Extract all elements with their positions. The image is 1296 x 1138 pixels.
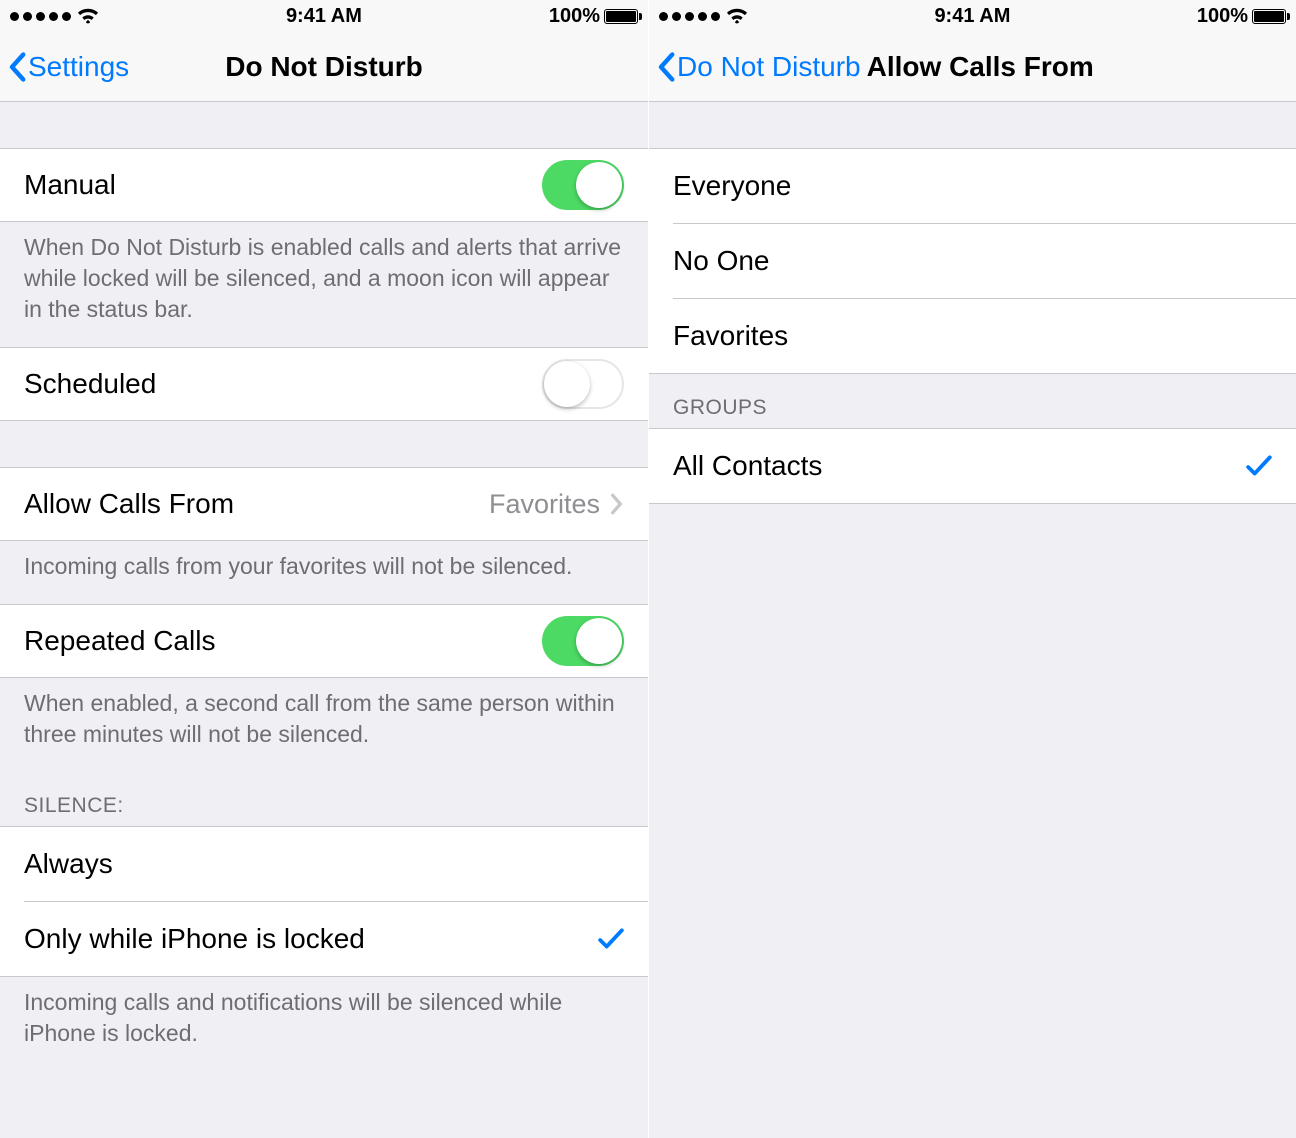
allow-calls-footer: Incoming calls from your favorites will …	[0, 541, 648, 604]
manual-toggle[interactable]	[542, 160, 624, 210]
nav-bar: Settings Do Not Disturb	[0, 32, 648, 102]
status-time: 9:41 AM	[934, 5, 1010, 28]
allow-calls-from-row[interactable]: Allow Calls From Favorites	[0, 467, 648, 541]
repeated-calls-label: Repeated Calls	[24, 625, 542, 657]
wifi-icon	[77, 8, 99, 24]
scheduled-row: Scheduled	[0, 347, 648, 421]
status-time: 9:41 AM	[286, 5, 362, 28]
battery-icon	[1252, 9, 1286, 24]
silence-option-always[interactable]: Always	[0, 827, 648, 901]
manual-label: Manual	[24, 169, 542, 201]
repeated-calls-footer: When enabled, a second call from the sam…	[0, 678, 648, 772]
option-favorites[interactable]: Favorites	[649, 299, 1296, 373]
option-label: Everyone	[673, 170, 1272, 202]
scheduled-toggle[interactable]	[542, 359, 624, 409]
battery-percent: 100%	[1197, 5, 1248, 28]
silence-option-locked[interactable]: Only while iPhone is locked	[0, 902, 648, 976]
manual-row: Manual	[0, 148, 648, 222]
checkmark-icon	[598, 928, 624, 950]
silence-option-label: Always	[24, 848, 624, 880]
silence-footer: Incoming calls and notifications will be…	[0, 977, 648, 1071]
option-label: No One	[673, 245, 1272, 277]
allow-calls-from-value: Favorites	[489, 489, 600, 520]
screen-do-not-disturb: 9:41 AM 100% Settings Do Not Disturb Man…	[0, 0, 648, 1138]
status-bar: 9:41 AM 100%	[0, 0, 648, 32]
repeated-calls-toggle[interactable]	[542, 616, 624, 666]
back-label: Do Not Disturb	[677, 51, 861, 83]
scheduled-label: Scheduled	[24, 368, 542, 400]
silence-header: SILENCE:	[0, 772, 648, 826]
repeated-calls-row: Repeated Calls	[0, 604, 648, 678]
chevron-left-icon	[657, 52, 675, 82]
page-title: Do Not Disturb	[225, 51, 423, 83]
nav-bar: Do Not Disturb Allow Calls From	[649, 32, 1296, 102]
option-label: Favorites	[673, 320, 1272, 352]
group-label: All Contacts	[673, 450, 1246, 482]
option-everyone[interactable]: Everyone	[649, 149, 1296, 223]
chevron-left-icon	[8, 52, 26, 82]
signal-strength-icon	[10, 12, 71, 21]
groups-header: GROUPS	[649, 374, 1296, 428]
signal-strength-icon	[659, 12, 720, 21]
battery-percent: 100%	[549, 5, 600, 28]
back-button[interactable]: Settings	[0, 51, 129, 83]
silence-option-label: Only while iPhone is locked	[24, 923, 598, 955]
allow-calls-from-label: Allow Calls From	[24, 488, 489, 520]
wifi-icon	[726, 8, 748, 24]
battery-icon	[604, 9, 638, 24]
option-no-one[interactable]: No One	[649, 224, 1296, 298]
back-button[interactable]: Do Not Disturb	[649, 51, 861, 83]
screen-allow-calls-from: 9:41 AM 100% Do Not Disturb Allow Calls …	[648, 0, 1296, 1138]
group-all-contacts[interactable]: All Contacts	[649, 429, 1296, 503]
checkmark-icon	[1246, 455, 1272, 477]
status-bar: 9:41 AM 100%	[649, 0, 1296, 32]
chevron-right-icon	[610, 493, 624, 515]
page-title: Allow Calls From	[867, 51, 1094, 83]
back-label: Settings	[28, 51, 129, 83]
manual-footer: When Do Not Disturb is enabled calls and…	[0, 222, 648, 347]
